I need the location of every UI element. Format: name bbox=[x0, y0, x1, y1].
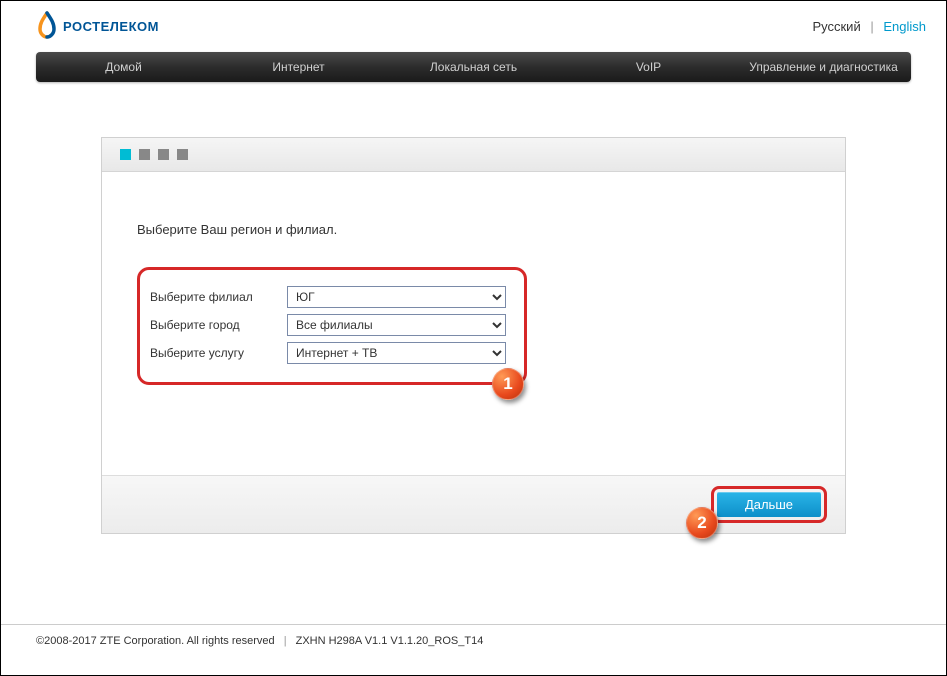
wizard-content: Выберите Ваш регион и филиал. Выберите ф… bbox=[102, 172, 845, 475]
language-switcher: Русский | English bbox=[812, 19, 926, 34]
nav-voip[interactable]: VoIP bbox=[561, 52, 736, 82]
version-text: ZXHN H298A V1.1 V1.1.20_ROS_T14 bbox=[296, 635, 484, 647]
branch-select[interactable]: ЮГ bbox=[287, 286, 506, 308]
step-2 bbox=[139, 149, 150, 160]
wizard-footer: Дальше 2 bbox=[102, 475, 845, 533]
city-label: Выберите город bbox=[150, 318, 275, 332]
copyright-text: ©2008-2017 ZTE Corporation. All rights r… bbox=[36, 635, 275, 647]
copyright-bar: ©2008-2017 ZTE Corporation. All rights r… bbox=[1, 624, 946, 657]
callout-badge-1: 1 bbox=[492, 368, 524, 400]
main-nav: Домой Интернет Локальная сеть VoIP Управ… bbox=[36, 52, 911, 82]
nav-internet[interactable]: Интернет bbox=[211, 52, 386, 82]
brand-logo: РОСТЕЛЕКОМ bbox=[36, 11, 159, 42]
wizard-progress bbox=[102, 138, 845, 172]
branch-row: Выберите филиал ЮГ bbox=[150, 286, 506, 308]
nav-lan[interactable]: Локальная сеть bbox=[386, 52, 561, 82]
branch-label: Выберите филиал bbox=[150, 290, 275, 304]
callout-badge-2: 2 bbox=[686, 507, 718, 539]
lang-english[interactable]: English bbox=[883, 19, 926, 34]
next-button-highlight: Дальше 2 bbox=[711, 486, 827, 523]
city-row: Выберите город Все филиалы bbox=[150, 314, 506, 336]
wizard-panel: Выберите Ваш регион и филиал. Выберите ф… bbox=[101, 137, 846, 534]
nav-management[interactable]: Управление и диагностика bbox=[736, 52, 911, 82]
lang-russian[interactable]: Русский bbox=[812, 19, 860, 34]
city-select[interactable]: Все филиалы bbox=[287, 314, 506, 336]
next-button[interactable]: Дальше bbox=[717, 492, 821, 517]
rostelecom-icon bbox=[36, 11, 58, 42]
instruction-text: Выберите Ваш регион и филиал. bbox=[137, 222, 810, 237]
step-4 bbox=[177, 149, 188, 160]
step-3 bbox=[158, 149, 169, 160]
service-row: Выберите услугу Интернет + ТВ bbox=[150, 342, 506, 364]
service-label: Выберите услугу bbox=[150, 346, 275, 360]
step-1 bbox=[120, 149, 131, 160]
region-fieldset: Выберите филиал ЮГ Выберите город Все фи… bbox=[137, 267, 527, 385]
nav-home[interactable]: Домой bbox=[36, 52, 211, 82]
header: РОСТЕЛЕКОМ Русский | English bbox=[1, 1, 946, 47]
service-select[interactable]: Интернет + ТВ bbox=[287, 342, 506, 364]
brand-name: РОСТЕЛЕКОМ bbox=[63, 19, 159, 34]
